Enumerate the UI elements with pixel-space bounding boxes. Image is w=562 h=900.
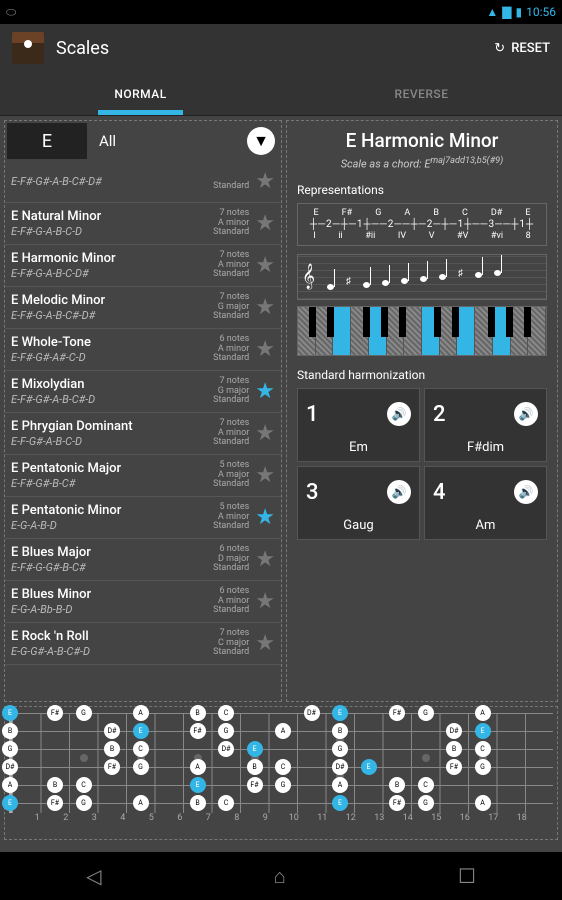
scale-item[interactable]: E Phrygian DominantE-F-G#-A-B-C-D 7 note… (5, 413, 281, 455)
favorite-icon[interactable]: ★ (255, 631, 275, 656)
debug-icon: ⬭ (6, 5, 16, 20)
favorite-icon[interactable]: ★ (255, 211, 275, 236)
favorite-icon[interactable]: ★ (255, 463, 275, 488)
battery-icon: ▮ (516, 5, 523, 19)
harmonization-cell[interactable]: 3🔊Gaug (297, 466, 420, 540)
scale-chord: Scale as a chord: Emaj7add13,b5(#9) (297, 156, 547, 171)
nav-bar: ◁ ⌂ ☐ (0, 852, 562, 900)
favorite-icon[interactable]: ★ (255, 589, 275, 614)
scale-item[interactable]: E MixolydianE-F#-G#-A-B-C#-D 7 notesG ma… (5, 371, 281, 413)
home-button[interactable]: ⌂ (274, 864, 286, 889)
favorite-icon[interactable]: ★ (255, 547, 275, 572)
harmonization-cell[interactable]: 1🔊Em (297, 388, 420, 462)
play-icon[interactable]: 🔊 (514, 480, 538, 504)
key-selector: E All ▼ (5, 121, 281, 161)
scale-item[interactable]: E Whole-ToneE-F#-G#-A#-C-D 6 notesA mino… (5, 329, 281, 371)
recent-button[interactable]: ☐ (458, 864, 476, 888)
scale-item[interactable]: E-F#-G#-A-B-C#-D# Standard ★ (5, 161, 281, 203)
fretboard[interactable]: EBGD#AEF#BF#GCGD#BF#AECGABF#AEBCGD#CEBF#… (4, 706, 558, 840)
piano-chart (297, 306, 547, 356)
play-icon[interactable]: 🔊 (387, 480, 411, 504)
favorite-icon[interactable]: ★ (255, 379, 275, 404)
filter-label[interactable]: All (89, 132, 247, 150)
play-icon[interactable]: 🔊 (514, 402, 538, 426)
key-button[interactable]: E (7, 123, 87, 159)
scale-item[interactable]: E Rock 'n RollE-G-G#-A-B-C#-D 7 notesC m… (5, 623, 281, 665)
favorite-icon[interactable]: ★ (255, 253, 275, 278)
dropdown-icon[interactable]: ▼ (247, 127, 275, 155)
app-icon[interactable] (12, 32, 44, 64)
harmonization-cell[interactable]: 2🔊F#dim (424, 388, 547, 462)
scale-item[interactable]: E Harmonic MinorE-F#-G-A-B-C-D# 7 notesA… (5, 245, 281, 287)
staff-notation: 𝄞 ♯ ♯ (297, 254, 547, 300)
tab-normal[interactable]: NORMAL (0, 72, 281, 115)
play-icon[interactable]: 🔊 (387, 402, 411, 426)
harmonization-grid: 1🔊Em2🔊F#dim3🔊Gaug4🔊Am (297, 388, 547, 540)
scale-item[interactable]: E Natural MinorE-F#-G-A-B-C-D 7 notesA m… (5, 203, 281, 245)
wifi-icon: ▲ (486, 5, 498, 19)
favorite-icon[interactable]: ★ (255, 505, 275, 530)
app-bar: Scales ↻ RESET (0, 24, 562, 72)
scale-title: E Harmonic Minor (297, 129, 547, 152)
section-representations: Representations (297, 183, 547, 197)
clock: 10:56 (526, 5, 556, 19)
reset-button[interactable]: ↻ RESET (494, 41, 550, 56)
favorite-icon[interactable]: ★ (255, 337, 275, 362)
scale-item[interactable]: E Blues MajorE-F#-G-G#-B-C# 6 notesD maj… (5, 539, 281, 581)
favorite-icon[interactable]: ★ (255, 169, 275, 194)
scale-item[interactable]: E Blues MinorE-G-A-Bb-B-D 6 notesA minor… (5, 581, 281, 623)
scale-list[interactable]: E-F#-G#-A-B-C#-D# Standard ★E Natural Mi… (5, 161, 281, 701)
interval-chart: EF#GABCD#E ┼─2─┼─1┼──2──┼─2─┼─1┼──3──┼1┼… (297, 203, 547, 246)
section-harmonization: Standard harmonization (297, 368, 547, 382)
favorite-icon[interactable]: ★ (255, 295, 275, 320)
scale-item[interactable]: E Pentatonic MinorE-G-A-B-D 5 notesA min… (5, 497, 281, 539)
scales-panel: E All ▼ E-F#-G#-A-B-C#-D# Standard ★E Na… (4, 120, 282, 702)
harmonization-cell[interactable]: 4🔊Am (424, 466, 547, 540)
page-title: Scales (56, 38, 109, 59)
tab-reverse[interactable]: REVERSE (281, 72, 562, 115)
scale-item[interactable]: E Melodic MinorE-F#-G-A-B-C#-D# 7 notesG… (5, 287, 281, 329)
detail-panel: E Harmonic Minor Scale as a chord: Emaj7… (286, 120, 558, 702)
reset-icon: ↻ (494, 41, 505, 56)
wifi-icon2: ▇ (502, 5, 511, 19)
favorite-icon[interactable]: ★ (255, 421, 275, 446)
tabs: NORMAL REVERSE (0, 72, 562, 116)
status-bar: ⬭ ▲ ▇ ▮ 10:56 (0, 0, 562, 24)
scale-item[interactable]: E Pentatonic MajorE-F#-G#-B-C# 5 notesA … (5, 455, 281, 497)
back-button[interactable]: ◁ (86, 864, 101, 888)
